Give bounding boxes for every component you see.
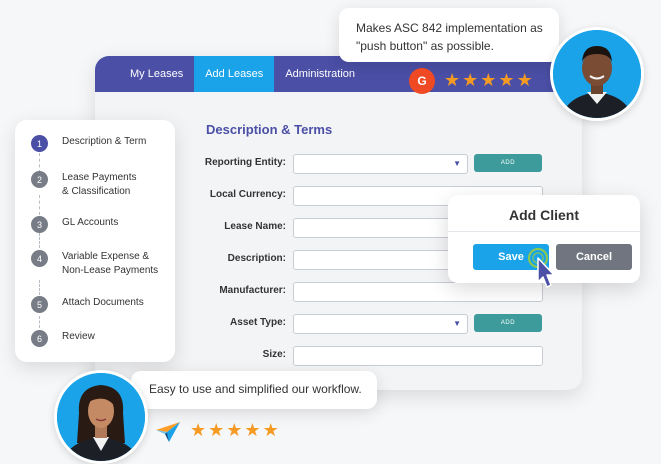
manufacturer-label: Manufacturer:	[219, 285, 286, 296]
step-number: 4	[31, 250, 48, 267]
star-icon: ★	[498, 70, 515, 90]
description-label: Description:	[227, 253, 286, 264]
star-icon: ★	[244, 420, 261, 440]
reporting-entity-select[interactable]: ▼	[293, 154, 468, 174]
star-icon: ★	[516, 70, 533, 90]
local-currency-label: Local Currency:	[209, 189, 286, 200]
step-connector	[39, 280, 40, 295]
step-number: 6	[31, 330, 48, 347]
step-number: 5	[31, 296, 48, 313]
step-item-2[interactable]: 2 Lease Payments & Classification	[31, 171, 142, 199]
star-icon: ★	[444, 70, 461, 90]
step-item-5[interactable]: 5 Attach Documents	[31, 296, 166, 313]
lease-name-label: Lease Name:	[224, 221, 286, 232]
cancel-button[interactable]: Cancel	[556, 244, 632, 270]
step-item-1[interactable]: 1 Description & Term	[31, 135, 166, 152]
star-icon: ★	[208, 420, 225, 440]
tab-add-leases[interactable]: Add Leases	[194, 56, 275, 92]
step-label: Lease Payments & Classification	[62, 172, 137, 197]
size-input[interactable]	[293, 346, 543, 366]
reporting-entity-label: Reporting Entity:	[204, 157, 286, 168]
g2-logo-icon: G	[409, 68, 435, 94]
asset-type-label: Asset Type:	[230, 317, 286, 328]
star-rating: ★ ★ ★ ★ ★	[190, 421, 281, 439]
reviewer-avatar	[550, 27, 644, 121]
star-icon: ★	[462, 70, 479, 90]
testimonial-bubble-bottom: Easy to use and simplified our workflow.	[131, 371, 377, 409]
star-icon: ★	[190, 420, 207, 440]
step-item-3[interactable]: 3 GL Accounts	[31, 216, 166, 233]
lease-steps-panel: 1 Description & Term 2 Lease Payments & …	[15, 120, 175, 362]
form-section-title: Description & Terms	[206, 122, 333, 137]
star-icon: ★	[226, 420, 243, 440]
star-rating: ★ ★ ★ ★ ★	[444, 71, 535, 89]
dialog-divider	[448, 231, 640, 232]
dialog-title: Add Client	[509, 207, 579, 223]
testimonial-quote: Makes ASC 842 implementation as "push bu…	[356, 21, 543, 53]
step-connector	[39, 233, 40, 248]
size-label: Size:	[262, 349, 286, 360]
person-icon	[553, 30, 641, 118]
step-connector	[39, 153, 40, 173]
testimonial-quote: Easy to use and simplified our workflow.	[149, 382, 362, 396]
step-label: Variable Expense & Non-Lease Payments	[62, 251, 159, 276]
step-label: GL Accounts	[62, 217, 119, 228]
step-number: 1	[31, 135, 48, 152]
mouse-cursor-icon	[528, 248, 555, 288]
step-label: Description & Term	[62, 136, 147, 147]
testimonial-bubble-top: Makes ASC 842 implementation as "push bu…	[339, 8, 559, 62]
manufacturer-input[interactable]	[293, 282, 543, 302]
capterra-logo-icon	[156, 422, 180, 442]
step-number: 2	[31, 171, 48, 188]
step-number: 3	[31, 216, 48, 233]
reviewer-avatar	[54, 370, 148, 464]
tab-my-leases[interactable]: My Leases	[119, 56, 194, 92]
person-icon	[57, 373, 145, 461]
star-icon: ★	[480, 70, 497, 90]
step-label: Review	[62, 331, 95, 342]
add-asset-type-button[interactable]: ADD	[474, 314, 542, 332]
step-connector	[39, 316, 40, 328]
step-item-6[interactable]: 6 Review	[31, 330, 166, 347]
asset-type-select[interactable]: ▼	[293, 314, 468, 334]
add-reporting-entity-button[interactable]: ADD	[474, 154, 542, 172]
step-item-4[interactable]: 4 Variable Expense & Non-Lease Payments	[31, 250, 162, 278]
star-icon: ★	[262, 420, 279, 440]
chevron-down-icon: ▼	[453, 319, 461, 328]
chevron-down-icon: ▼	[453, 159, 461, 168]
step-label: Attach Documents	[62, 297, 144, 308]
